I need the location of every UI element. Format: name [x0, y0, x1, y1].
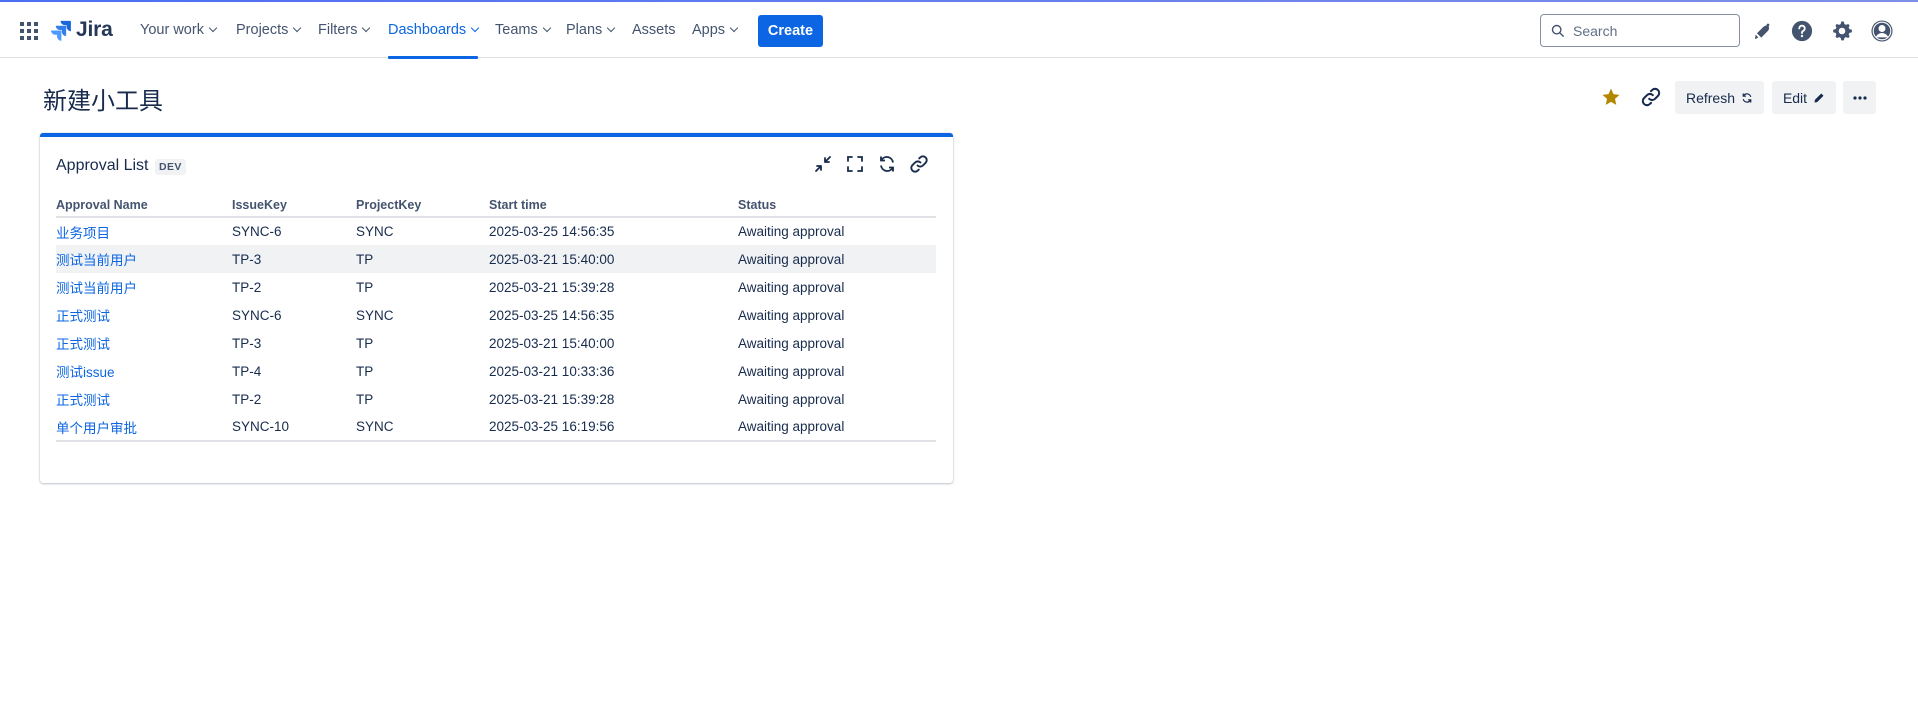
- issue-key: TP-4: [232, 363, 262, 379]
- jira-logo[interactable]: Jira: [50, 18, 113, 42]
- project-key: TP: [356, 335, 374, 351]
- status: Awaiting approval: [738, 363, 845, 379]
- pencil-icon: [1814, 93, 1824, 102]
- start-time: 2025-03-21 10:33:36: [489, 363, 615, 379]
- chevron-down-icon: [607, 23, 616, 33]
- table-row: 测试issue TP-4 TP 2025-03-21 10:33:36 Awai…: [56, 357, 936, 385]
- approval-name-link[interactable]: 正式测试: [56, 329, 232, 357]
- chevron-down-icon: [208, 23, 218, 33]
- jira-logo-icon: [51, 20, 71, 41]
- project-key: SYNC: [356, 224, 394, 239]
- column-header[interactable]: Approval Name: [56, 193, 232, 218]
- issue-key: TP-3: [232, 245, 356, 273]
- column-header[interactable]: IssueKey: [232, 193, 356, 218]
- approval-name-link[interactable]: 测试issue: [56, 357, 232, 385]
- search-box[interactable]: [1540, 14, 1740, 47]
- start-time: 2025-03-21 15:39:28: [489, 279, 615, 295]
- nav-dashboards[interactable]: Dashboards: [388, 2, 480, 59]
- start-time: 2025-03-25 14:56:35: [489, 224, 615, 239]
- issue-key: TP-3: [232, 335, 262, 351]
- chevron-down-icon: [362, 23, 371, 33]
- table-row: 业务项目 SYNC-6 SYNC 2025-03-25 14:56:35 Awa…: [56, 217, 936, 245]
- status: Awaiting approval: [738, 413, 936, 442]
- start-time: 2025-03-21 15:40:00: [489, 245, 738, 273]
- help-icon[interactable]: [1790, 19, 1814, 43]
- start-time: 2025-03-25 14:56:35: [489, 307, 615, 323]
- chevron-down-icon: [293, 23, 302, 33]
- status: Awaiting approval: [738, 335, 845, 351]
- project-key: SYNC: [356, 413, 489, 442]
- minimize-icon[interactable]: [813, 154, 835, 176]
- top-navigation: Jira Your work Projects Filters Dashboar…: [0, 2, 1918, 59]
- status: Awaiting approval: [738, 224, 845, 239]
- nav-apps[interactable]: Apps: [692, 2, 739, 58]
- nav-filters[interactable]: Filters: [318, 2, 371, 58]
- page-title: 新建小工具: [43, 87, 163, 115]
- issue-key: SYNC-10: [232, 413, 356, 442]
- column-header[interactable]: Start time: [489, 193, 738, 218]
- column-header[interactable]: Status: [738, 193, 936, 218]
- project-key: TP: [356, 391, 374, 407]
- refresh-gadget-icon[interactable]: [877, 154, 899, 176]
- notifications-icon[interactable]: [1750, 19, 1774, 43]
- chevron-down-icon: [729, 23, 739, 33]
- issue-key: SYNC-6: [232, 224, 282, 239]
- more-icon: [1852, 95, 1867, 100]
- env-badge: DEV: [155, 159, 186, 175]
- nav-projects[interactable]: Projects: [236, 2, 302, 58]
- project-key: TP: [356, 363, 374, 379]
- nav-your-work[interactable]: Your work: [140, 2, 218, 58]
- gadget-title: Approval List: [56, 157, 149, 174]
- avatar[interactable]: [1870, 19, 1894, 43]
- settings-gear-icon[interactable]: [1830, 19, 1854, 43]
- table-row: 正式测试 SYNC-6 SYNC 2025-03-25 14:56:35 Awa…: [56, 301, 936, 329]
- approval-name-link[interactable]: 正式测试: [56, 301, 232, 329]
- chevron-down-icon: [470, 23, 480, 33]
- approval-list-gadget: Approval List DEV Approval Name IssueKey…: [40, 133, 953, 483]
- table-row: 测试当前用户 TP-2 TP 2025-03-21 15:39:28 Await…: [56, 273, 936, 301]
- star-favorite-icon[interactable]: [1601, 87, 1621, 107]
- start-time: 2025-03-21 15:40:00: [489, 335, 615, 351]
- nav-teams[interactable]: Teams: [495, 2, 551, 58]
- copy-link-icon[interactable]: [1640, 86, 1662, 108]
- status: Awaiting approval: [738, 245, 936, 273]
- more-actions-button[interactable]: [1843, 81, 1876, 114]
- status: Awaiting approval: [738, 279, 845, 295]
- approval-name-link[interactable]: 测试当前用户: [56, 273, 232, 301]
- status: Awaiting approval: [738, 391, 845, 407]
- create-button[interactable]: Create: [758, 15, 823, 47]
- approval-name-link[interactable]: 业务项目: [56, 217, 232, 245]
- search-icon: [1551, 24, 1564, 37]
- refresh-button[interactable]: Refresh: [1675, 81, 1764, 114]
- start-time: 2025-03-25 16:19:56: [489, 413, 738, 442]
- table-row: 正式测试 TP-3 TP 2025-03-21 15:40:00 Awaitin…: [56, 329, 936, 357]
- approval-name-link[interactable]: 测试当前用户: [56, 245, 232, 273]
- app-switcher-icon[interactable]: [19, 21, 39, 41]
- table-header-row: Approval Name IssueKey ProjectKey Start …: [56, 193, 936, 218]
- table-row: 测试当前用户 TP-3 TP 2025-03-21 15:40:00 Await…: [56, 245, 936, 273]
- approval-name-link[interactable]: 单个用户审批: [56, 413, 232, 442]
- search-input[interactable]: [1573, 22, 1733, 39]
- table-row: 单个用户审批 SYNC-10 SYNC 2025-03-25 16:19:56 …: [56, 413, 936, 442]
- issue-key: TP-2: [232, 391, 262, 407]
- project-key: TP: [356, 245, 489, 273]
- logo-text: Jira: [76, 18, 113, 41]
- project-key: TP: [356, 279, 374, 295]
- refresh-icon: [1742, 92, 1752, 103]
- issue-key: SYNC-6: [232, 307, 282, 323]
- approval-table: Approval Name IssueKey ProjectKey Start …: [56, 193, 936, 442]
- fullscreen-icon[interactable]: [845, 154, 867, 176]
- nav-assets[interactable]: Assets: [632, 2, 676, 58]
- nav-plans[interactable]: Plans: [566, 2, 616, 58]
- status: Awaiting approval: [738, 307, 845, 323]
- table-row: 正式测试 TP-2 TP 2025-03-21 15:39:28 Awaitin…: [56, 385, 936, 413]
- chevron-down-icon: [542, 23, 551, 33]
- approval-name-link[interactable]: 正式测试: [56, 385, 232, 413]
- issue-key: TP-2: [232, 279, 262, 295]
- edit-button[interactable]: Edit: [1772, 81, 1836, 114]
- link-icon[interactable]: [909, 154, 931, 176]
- start-time: 2025-03-21 15:39:28: [489, 391, 615, 407]
- column-header[interactable]: ProjectKey: [356, 193, 489, 218]
- project-key: SYNC: [356, 307, 394, 323]
